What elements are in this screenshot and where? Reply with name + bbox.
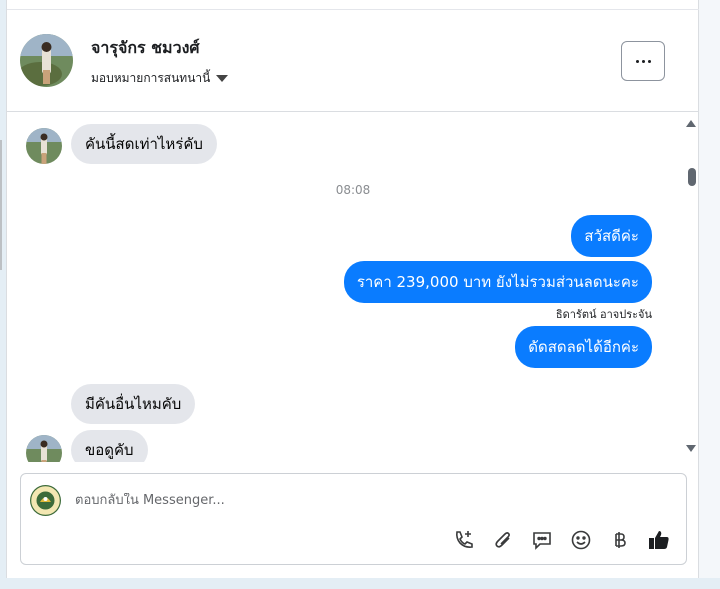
page-bottom-strip <box>0 578 720 589</box>
sender-name-label: ธิดารัตน์ อาจประจัน <box>555 308 652 321</box>
emoji-icon[interactable] <box>568 527 594 553</box>
more-options-icon <box>635 59 639 63</box>
message-timestamp: 08:08 <box>335 183 371 197</box>
scroll-up-arrow-icon[interactable] <box>686 120 696 127</box>
message-bubble-incoming[interactable]: มีคันอื่นไหมคับ <box>71 384 196 424</box>
message-bubble-outgoing[interactable]: ดัดสดลดได้อีกค่ะ <box>515 326 652 368</box>
message-bubble-outgoing[interactable]: ราคา 239,000 บาท ยังไม่รวมส่วนลดนะคะ <box>343 261 652 303</box>
baht-icon[interactable] <box>607 527 633 553</box>
conversation-panel: จารุจักร ชมวงศ์ มอบหมายการสนทนานี้ คันนี… <box>6 0 699 578</box>
more-dot <box>641 59 645 63</box>
left-scroll-indicator <box>0 140 2 270</box>
reply-input[interactable] <box>75 493 635 508</box>
message-bubble-outgoing[interactable]: สวัสดีค่ะ <box>571 215 652 257</box>
paperclip-icon[interactable] <box>490 527 516 553</box>
side-panel-edge <box>698 0 720 578</box>
contact-name[interactable]: จารุจักร ชมวงศ์ <box>91 36 200 61</box>
assign-conversation-dropdown[interactable]: มอบหมายการสนทนานี้ <box>91 69 229 88</box>
more-dot <box>647 59 651 63</box>
contact-avatar[interactable] <box>20 34 73 87</box>
message-bubble-incoming[interactable]: คันนี้สดเท่าไหร่คับ <box>71 124 217 164</box>
scroll-down-arrow-icon[interactable] <box>686 445 696 452</box>
message-bubble-incoming[interactable]: ขอดูคับ <box>71 430 148 462</box>
thumbs-up-icon[interactable] <box>646 527 672 553</box>
caret-down-icon <box>216 75 229 82</box>
scrollbar-thumb[interactable] <box>688 168 696 186</box>
reply-composer <box>20 473 687 565</box>
composer-toolbar <box>451 527 672 553</box>
page-logo <box>30 485 61 516</box>
conversation-header: จารุจักร ชมวงศ์ มอบหมายการสนทนานี้ <box>7 10 699 112</box>
chat-bubble-icon[interactable] <box>529 527 555 553</box>
message-thread[interactable]: คันนี้สดเท่าไหร่คับ 08:08 สวัสดีค่ะ ราคา… <box>7 112 699 462</box>
contact-avatar-small <box>26 435 62 462</box>
more-options-button[interactable] <box>621 41 665 81</box>
phone-add-icon[interactable] <box>451 527 477 553</box>
assign-label: มอบหมายการสนทนานี้ <box>91 71 211 85</box>
contact-avatar-small <box>26 128 62 164</box>
